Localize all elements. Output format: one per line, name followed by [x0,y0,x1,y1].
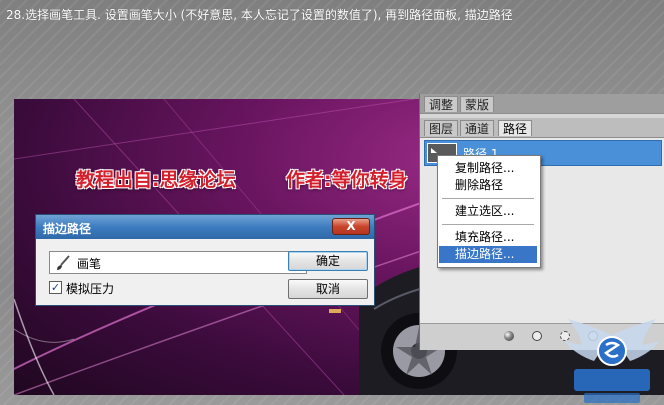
banner-source-text: 教程出自:思缘论坛 [76,169,236,191]
dialog-title: 描边路径 [43,222,92,236]
menu-item-delete-path[interactable]: 删除路径 [439,177,537,194]
panel-tab-row: 图层 通道 路径 [420,118,664,138]
tab-paths[interactable]: 路径 [498,120,533,136]
menu-item-duplicate-path[interactable]: 复制路径... [439,160,537,177]
tool-select-value: 画笔 [77,257,102,271]
banner-author-text: 作者:等你转身 [286,169,408,191]
stroke-path-icon[interactable] [532,331,542,341]
fill-path-icon[interactable] [504,331,514,341]
close-button[interactable]: X [332,218,370,235]
simulate-pressure-label: 模拟压力 [66,282,115,296]
screenshot-stage: 28.选择画笔工具. 设置画笔大小 (不好意思, 本人忘记了设置的数值了), 再… [0,0,664,405]
menu-item-stroke-path[interactable]: 描边路径... [439,246,537,263]
menu-item-make-selection[interactable]: 建立选区... [439,203,537,220]
cancel-button[interactable]: 取消 [288,279,368,299]
menu-item-fill-path[interactable]: 填充路径... [439,229,537,246]
menu-separator [442,198,534,199]
brush-icon [57,255,70,270]
path-context-menu: 复制路径... 删除路径 建立选区... 填充路径... 描边路径... [437,155,541,268]
tutorial-caption: 28.选择画笔工具. 设置画笔大小 (不好意思, 本人忘记了设置的数值了), 再… [6,8,513,22]
stroke-path-dialog: 描边路径 X 画笔 ▼ ✓ 模拟压力 确定 取消 [35,214,375,306]
tab-layers[interactable]: 图层 [424,120,459,136]
dialog-title-bar[interactable]: 描边路径 X [36,215,374,239]
menu-separator [442,224,534,225]
ok-button[interactable]: 确定 [288,251,368,271]
tool-select[interactable]: 画笔 ▼ [49,251,307,274]
site-logo-watermark [564,319,660,403]
tab-masks[interactable]: 蒙版 [460,96,495,112]
tab-channels[interactable]: 通道 [460,120,495,136]
panel-top-tab-row: 调整 蒙版 [420,94,664,114]
simulate-pressure-checkbox[interactable]: ✓ [49,281,62,294]
tab-adjustments[interactable]: 调整 [424,96,459,112]
